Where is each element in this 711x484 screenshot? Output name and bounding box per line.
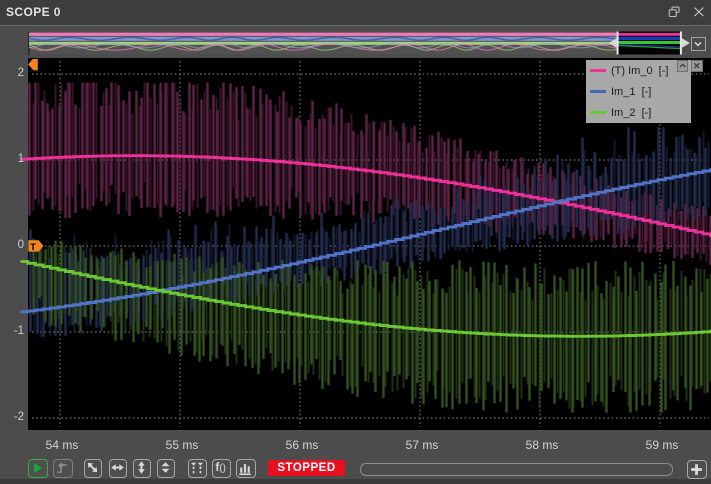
svg-text:T: T [30,242,36,253]
